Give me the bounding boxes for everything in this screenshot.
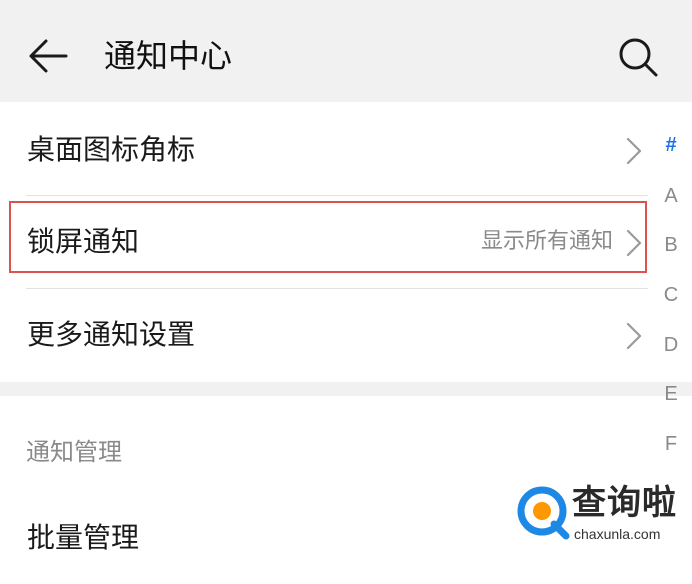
chevron-right-icon bbox=[626, 322, 642, 350]
row-label: 批量管理 bbox=[27, 521, 140, 554]
chevron-right-icon bbox=[626, 137, 642, 165]
alpha-index-item[interactable]: E bbox=[654, 383, 688, 406]
app-header: 通知中心 bbox=[0, 0, 692, 102]
highlight-annotation-box bbox=[9, 201, 647, 273]
arrow-left-icon bbox=[29, 39, 68, 73]
alpha-index-item[interactable]: C bbox=[654, 284, 688, 307]
row-label: 更多通知设置 bbox=[27, 318, 196, 351]
settings-row-more-notification-settings[interactable]: 更多通知设置 bbox=[0, 289, 650, 381]
alpha-index-item[interactable]: # bbox=[654, 134, 688, 157]
section-separator bbox=[0, 382, 692, 396]
back-button[interactable] bbox=[26, 32, 70, 80]
settings-row-desktop-badge[interactable]: 桌面图标角标 bbox=[0, 104, 650, 196]
search-icon bbox=[619, 38, 658, 77]
section-title: 通知管理 bbox=[26, 438, 122, 466]
alpha-index-item[interactable]: B bbox=[654, 234, 688, 257]
watermark: 查询啦 chaxunla.com bbox=[514, 480, 684, 552]
watermark-domain: chaxunla.com bbox=[574, 526, 661, 542]
watermark-logo-icon bbox=[517, 486, 570, 540]
page-title: 通知中心 bbox=[104, 37, 233, 75]
alpha-index-item[interactable]: A bbox=[654, 185, 688, 208]
row-label: 桌面图标角标 bbox=[27, 133, 196, 166]
search-button[interactable] bbox=[614, 33, 662, 81]
alpha-index-item[interactable]: F bbox=[654, 433, 688, 456]
watermark-name: 查询啦 bbox=[572, 483, 677, 523]
alpha-index-item[interactable]: D bbox=[654, 334, 688, 357]
